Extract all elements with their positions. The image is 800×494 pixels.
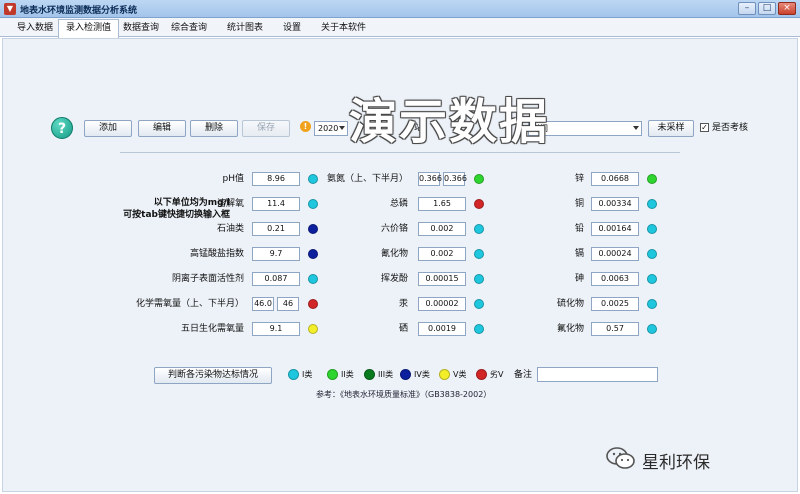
param-value-input[interactable]: 0.0025 (591, 297, 639, 311)
wechat-account-name: 星利环保 (642, 453, 710, 473)
legend-color-dot (364, 369, 375, 380)
param-label: 六价铬 (380, 224, 408, 234)
param-label: pH值 (222, 174, 244, 184)
param-label: 化学需氧量（上、下半月） (135, 299, 244, 309)
quality-class-indicator (647, 299, 657, 309)
param-label: 总磷 (389, 199, 408, 209)
param-label: 氰化物 (380, 249, 408, 259)
param-label: 五日生化需氧量 (180, 324, 244, 334)
param-label: 石油类 (216, 224, 244, 234)
quality-class-indicator (647, 249, 657, 259)
legend-color-dot (327, 369, 338, 380)
quality-class-indicator (647, 174, 657, 184)
tab-charts[interactable]: 统计图表 (220, 20, 270, 37)
quality-class-indicator (647, 199, 657, 209)
param-label: 铜 (574, 199, 584, 209)
param-label: 锌 (574, 174, 584, 184)
param-label: 镉 (574, 249, 584, 259)
title-bar: ▼ 地表水环境监测数据分析系统 – □ × (0, 0, 800, 18)
remark-input[interactable] (537, 367, 658, 382)
quality-class-indicator (647, 224, 657, 234)
tab-settings[interactable]: 设置 (276, 20, 308, 37)
quality-class-indicator (647, 324, 657, 334)
param-label: 砷 (574, 274, 584, 284)
param-value-input[interactable]: 0.00024 (591, 247, 639, 261)
legend-color-dot (400, 369, 411, 380)
tab-bar: 导入数据 录入检测值 数据查询 综合查询 统计图表 设置 关于本软件 (0, 18, 800, 38)
save-button[interactable]: 保存 (242, 120, 290, 137)
close-button[interactable]: × (778, 2, 796, 15)
warning-icon: ! (300, 121, 311, 132)
param-label: 溶解氧 (216, 199, 244, 209)
legend-color-dot (439, 369, 450, 380)
param-label: 挥发酚 (380, 274, 408, 284)
year-select[interactable]: 2020 (314, 121, 348, 136)
window-title: 地表水环境监测数据分析系统 (20, 6, 138, 16)
legend-label: I类 (302, 370, 313, 379)
reference-note: 参考：《地表水环境质量标准》（GB3838-2002） (316, 390, 492, 399)
chevron-down-icon (633, 126, 639, 130)
legend-label: II类 (341, 370, 354, 379)
judge-standard-button[interactable]: 判断各污染物达标情况 (154, 367, 272, 384)
edit-button[interactable]: 编辑 (138, 120, 186, 137)
assess-label: 是否考核 (712, 123, 749, 133)
tab-input-values[interactable]: 录入检测值 (58, 19, 120, 38)
param-value-input[interactable]: 0.00164 (591, 222, 639, 236)
param-label: 阴离子表面活性剂 (171, 274, 244, 284)
legend-label: III类 (378, 370, 394, 379)
year-value: 2020 (318, 124, 339, 133)
minimize-button[interactable]: – (738, 2, 756, 15)
legend-color-dot (476, 369, 487, 380)
legend-color-dot (288, 369, 299, 380)
help-button[interactable]: ? (51, 117, 73, 139)
param-label: 氨氮（上、下半月） (326, 174, 408, 184)
tab-about[interactable]: 关于本软件 (314, 20, 373, 37)
chevron-down-icon (339, 126, 345, 130)
param-value-input[interactable]: 0.57 (591, 322, 639, 336)
remark-label: 备注 (514, 370, 533, 380)
param-value-input[interactable]: 0.0668 (591, 172, 639, 186)
param-label: 高锰酸盐指数 (189, 249, 244, 259)
param-value-input[interactable]: 0.00334 (591, 197, 639, 211)
legend-label: V类 (453, 370, 467, 379)
delete-button[interactable]: 删除 (190, 120, 238, 137)
sampling-button[interactable]: 未采样 (648, 120, 694, 137)
demo-watermark: 演示数据 (349, 94, 550, 150)
app-icon: ▼ (4, 3, 16, 15)
tab-data-query[interactable]: 数据查询 (116, 20, 166, 37)
divider (120, 152, 680, 153)
legend-label: 劣V (490, 370, 504, 379)
param-label: 硒 (398, 324, 408, 334)
param-label: 铅 (574, 224, 584, 234)
param-label: 硫化物 (556, 299, 584, 309)
tab-import[interactable]: 导入数据 (10, 20, 60, 37)
param-label: 氟化物 (556, 324, 584, 334)
param-label: 汞 (398, 299, 408, 309)
maximize-button[interactable]: □ (758, 2, 776, 15)
quality-class-indicator (647, 274, 657, 284)
tab-combined-query[interactable]: 综合查询 (164, 20, 214, 37)
add-button[interactable]: 添加 (84, 120, 132, 137)
legend-label: IV类 (414, 370, 430, 379)
wechat-icon (606, 447, 635, 469)
param-value-input[interactable]: 0.0063 (591, 272, 639, 286)
assess-checkbox[interactable]: ✓ (700, 123, 709, 132)
